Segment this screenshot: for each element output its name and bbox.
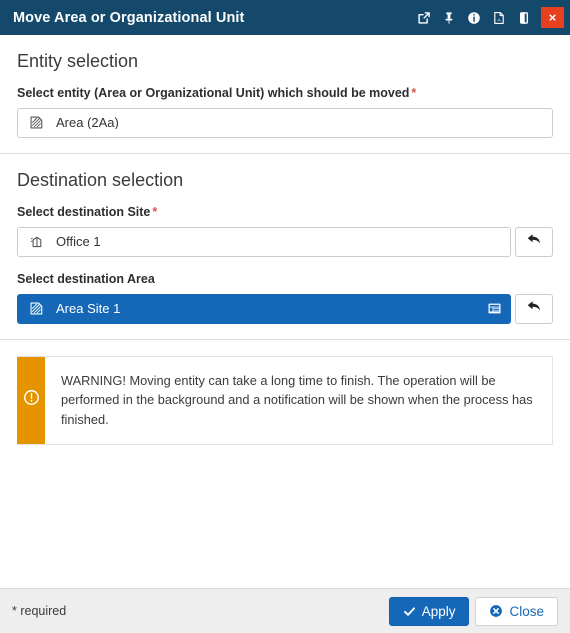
entity-field-label: Select entity (Area or Organizational Un…	[17, 86, 553, 101]
expand-icon[interactable]	[513, 7, 535, 29]
destination-site-reset-button[interactable]	[515, 226, 553, 257]
entity-picker[interactable]: Area (2Aa)	[17, 107, 553, 138]
entity-selection-section: Entity selection Select entity (Area or …	[0, 35, 570, 153]
close-circle-icon	[489, 604, 503, 618]
apply-button-label: Apply	[421, 603, 456, 619]
required-note: * required	[12, 604, 67, 618]
back-arrow-icon	[526, 298, 542, 319]
required-asterisk: *	[152, 204, 158, 219]
destination-site-row: Office 1	[17, 226, 553, 257]
pin-icon[interactable]	[438, 7, 460, 29]
close-button-label: Close	[509, 603, 544, 619]
destination-area-value: Area Site 1	[56, 302, 121, 316]
dialog-body: Entity selection Select entity (Area or …	[0, 35, 570, 588]
entity-field-label-text: Select entity (Area or Organizational Un…	[17, 85, 410, 100]
destination-site-label-text: Select destination Site	[17, 204, 151, 219]
destination-area-label-text: Select destination Area	[17, 271, 155, 286]
open-in-new-window-icon[interactable]	[413, 7, 435, 29]
area-icon	[28, 300, 45, 317]
destination-area-picker[interactable]: Area Site 1	[17, 293, 511, 324]
destination-area-label: Select destination Area	[17, 272, 553, 287]
destination-area-reset-button[interactable]	[515, 293, 553, 324]
close-button[interactable]: Close	[475, 596, 558, 626]
dialog-titlebar: Move Area or Organizational Unit A ×	[0, 0, 570, 35]
dialog-title: Move Area or Organizational Unit	[13, 9, 245, 26]
pdf-icon[interactable]: A	[488, 7, 510, 29]
site-icon	[28, 233, 45, 250]
required-asterisk: *	[411, 85, 417, 100]
destination-selection-section: Destination selection Select destination…	[0, 154, 570, 339]
close-window-button[interactable]: ×	[541, 7, 564, 28]
destination-site-label: Select destination Site *	[17, 205, 553, 220]
warning-message: WARNING! Moving entity can take a long t…	[61, 372, 533, 428]
info-icon[interactable]	[463, 7, 485, 29]
entity-field-row: Area (2Aa)	[17, 107, 553, 138]
entity-picker-value: Area (2Aa)	[56, 116, 119, 130]
destination-site-picker[interactable]: Office 1	[17, 226, 511, 257]
dialog-footer: * required Apply Close	[0, 588, 570, 633]
warning-wrapper: WARNING! Moving entity can take a long t…	[0, 340, 570, 446]
svg-text:A: A	[497, 17, 501, 23]
apply-button[interactable]: Apply	[388, 596, 470, 626]
list-details-icon[interactable]	[486, 301, 502, 317]
destination-site-value: Office 1	[56, 235, 101, 249]
warning-banner: WARNING! Moving entity can take a long t…	[17, 355, 553, 446]
destination-selection-heading: Destination selection	[17, 169, 184, 190]
back-arrow-icon	[526, 231, 542, 252]
area-icon	[28, 114, 45, 131]
check-icon	[403, 605, 416, 618]
warning-accent-bar	[17, 356, 45, 445]
entity-selection-heading: Entity selection	[17, 51, 139, 71]
titlebar-icon-group: A ×	[413, 7, 564, 29]
destination-area-row: Area Site 1	[17, 293, 553, 324]
move-entity-dialog: Move Area or Organizational Unit A × Ent…	[0, 0, 570, 633]
exclamation-circle-icon	[22, 388, 41, 412]
